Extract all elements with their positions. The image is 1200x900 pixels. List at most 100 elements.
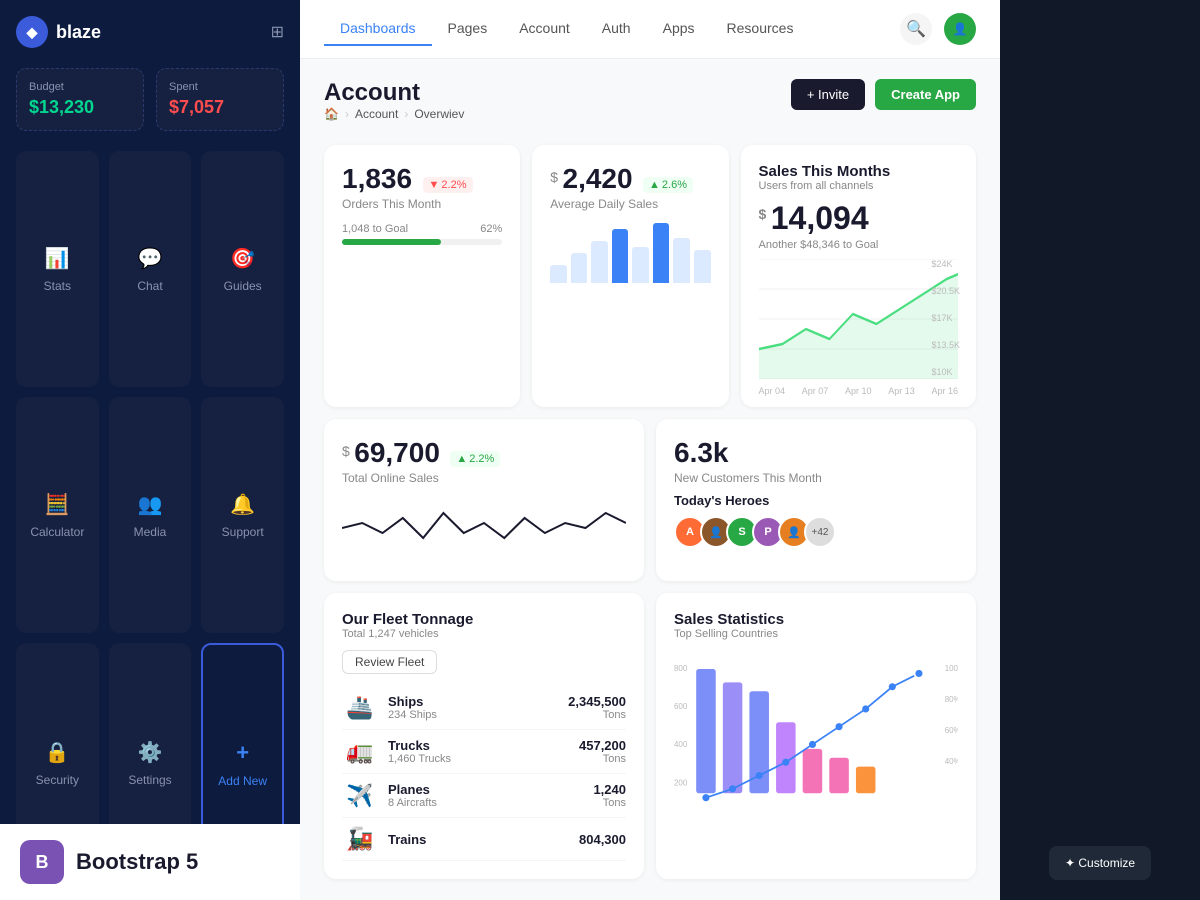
sidebar-item-security-label: Security <box>36 773 79 787</box>
logo-icon: ◆ <box>16 16 48 48</box>
orders-goal-pct: 62% <box>480 223 502 235</box>
budget-value: $13,230 <box>29 97 131 118</box>
right-panel-bg <box>1000 0 1200 900</box>
sidebar-item-stats[interactable]: 📊 Stats <box>16 151 99 387</box>
breadcrumb: 🏠 › Account › Overwiev <box>324 107 464 121</box>
review-fleet-button[interactable]: Review Fleet <box>342 650 437 674</box>
tab-dashboards[interactable]: Dashboards <box>324 12 432 46</box>
search-button[interactable]: 🔍 <box>900 13 932 45</box>
sales-y-axis: $24K $20.5K $17K $13.5K $10K <box>931 259 960 377</box>
main-content: Dashboards Pages Account Auth Apps Resou… <box>300 0 1000 900</box>
header-actions: + Invite Create App <box>791 79 976 110</box>
settings-icon: ⚙️ <box>138 740 163 765</box>
bar-3 <box>591 241 608 283</box>
tab-apps[interactable]: Apps <box>647 12 711 46</box>
sales-stats-chart: 100% 80% 60% 40% 800 600 400 200 <box>674 650 958 830</box>
svg-text:800: 800 <box>674 664 688 673</box>
bootstrap-icon: B <box>20 840 64 884</box>
svg-text:40%: 40% <box>945 757 958 766</box>
ships-icon: 🚢 <box>342 695 378 721</box>
page-title: Account <box>324 79 464 107</box>
calculator-icon: 🧮 <box>45 492 70 517</box>
sales-month-goal: Another $48,346 to Goal <box>759 239 959 251</box>
daily-sales-card: $ 2,420 ▲ 2.6% Average Daily Sales <box>532 145 728 407</box>
sidebar-header-icon[interactable]: ⊞ <box>271 22 284 42</box>
bootstrap-text: Bootstrap 5 <box>76 849 198 875</box>
stats-icon: 📊 <box>45 246 70 271</box>
sidebar-item-media[interactable]: 👥 Media <box>109 397 192 633</box>
budget-card: Budget $13,230 <box>16 68 144 131</box>
heroes-avatars: A 👤 S P 👤 +42 <box>674 516 958 548</box>
sidebar-item-stats-label: Stats <box>44 279 71 293</box>
sales-stats-title: Sales Statistics <box>674 611 958 628</box>
sales-month-value: 14,094 <box>771 200 869 236</box>
new-customers-label: New Customers This Month <box>674 471 958 485</box>
svg-text:200: 200 <box>674 778 688 787</box>
orders-card: 1,836 ▼ 2.2% Orders This Month 1,048 to … <box>324 145 520 407</box>
online-sales-badge: ▲ 2.2% <box>450 451 500 467</box>
budget-label: Budget <box>29 81 131 93</box>
orders-goal-text: 1,048 to Goal <box>342 223 408 235</box>
sales-month-chart: Apr 04 Apr 07 Apr 10 Apr 13 Apr 16 $24K … <box>759 259 959 389</box>
add-new-icon: + <box>236 740 249 766</box>
fleet-sub: Total 1,247 vehicles <box>342 628 626 640</box>
customize-button[interactable]: ✦ Customize <box>1049 846 1151 880</box>
user-avatar[interactable]: 👤 <box>944 13 976 45</box>
content-area: Account 🏠 › Account › Overwiev + Invite … <box>300 59 1000 900</box>
sidebar-item-support[interactable]: 🔔 Support <box>201 397 284 633</box>
progress-track <box>342 239 502 245</box>
sidebar-item-chat-label: Chat <box>137 279 162 293</box>
heroes-section: Today's Heroes A 👤 S P 👤 +42 <box>674 493 958 548</box>
sidebar-item-media-label: Media <box>134 525 167 539</box>
new-customers-card: 6.3k New Customers This Month Today's He… <box>656 419 976 581</box>
create-app-button[interactable]: Create App <box>875 79 976 110</box>
sidebar-item-add-new-label: Add New <box>218 774 267 788</box>
page-header: Account 🏠 › Account › Overwiev + Invite … <box>324 79 976 137</box>
bar-2 <box>571 253 588 283</box>
breadcrumb-section: Account <box>355 107 398 121</box>
bar-6 <box>653 223 670 283</box>
daily-sales-badge: ▲ 2.6% <box>643 177 693 193</box>
fleet-item-trains: 🚂 Trains 804,300 <box>342 818 626 861</box>
daily-sales-chart <box>550 223 710 283</box>
fleet-item-ships: 🚢 Ships 234 Ships 2,345,500 Tons <box>342 686 626 730</box>
svg-text:80%: 80% <box>945 695 958 704</box>
top-nav-right: 🔍 👤 <box>900 13 976 45</box>
progress-fill <box>342 239 441 245</box>
heroes-title: Today's Heroes <box>674 493 958 508</box>
invite-button[interactable]: + Invite <box>791 79 865 110</box>
daily-sales-label: Average Daily Sales <box>550 197 710 211</box>
spent-value: $7,057 <box>169 97 271 118</box>
sidebar-item-calculator[interactable]: 🧮 Calculator <box>16 397 99 633</box>
sidebar-item-guides[interactable]: 🎯 Guides <box>201 151 284 387</box>
bottom-grid: Our Fleet Tonnage Total 1,247 vehicles R… <box>324 593 976 879</box>
online-sales-label: Total Online Sales <box>342 471 626 485</box>
nav-tabs-list: Dashboards Pages Account Auth Apps Resou… <box>324 12 809 46</box>
chat-icon: 💬 <box>138 246 163 271</box>
tab-account[interactable]: Account <box>503 12 586 46</box>
sidebar-item-support-label: Support <box>222 525 264 539</box>
fleet-items: 🚢 Ships 234 Ships 2,345,500 Tons 🚛 <box>342 686 626 861</box>
support-icon: 🔔 <box>230 492 255 517</box>
orders-change-badge: ▼ 2.2% <box>423 177 473 193</box>
sidebar-item-chat[interactable]: 💬 Chat <box>109 151 192 387</box>
tab-resources[interactable]: Resources <box>711 12 810 46</box>
sales-x-axis: Apr 04 Apr 07 Apr 10 Apr 13 Apr 16 <box>759 386 959 396</box>
sales-stats-card: Sales Statistics Top Selling Countries 1… <box>656 593 976 879</box>
budget-row: Budget $13,230 Spent $7,057 <box>16 68 284 131</box>
fleet-item-trucks: 🚛 Trucks 1,460 Trucks 457,200 Tons <box>342 730 626 774</box>
breadcrumb-home: 🏠 <box>324 107 339 121</box>
daily-sales-change: 2.6% <box>662 179 687 191</box>
online-sales-card: $ 69,700 ▲ 2.2% Total Online Sales <box>324 419 644 581</box>
sidebar: ◆ blaze ⊞ Budget $13,230 Spent $7,057 📊 … <box>0 0 300 900</box>
svg-text:400: 400 <box>674 740 688 749</box>
new-customers-value: 6.3k <box>674 437 729 468</box>
spent-label: Spent <box>169 81 271 93</box>
bar-7 <box>673 238 690 283</box>
tab-pages[interactable]: Pages <box>432 12 504 46</box>
trucks-icon: 🚛 <box>342 739 378 765</box>
sales-line-chart <box>759 259 959 379</box>
spent-card: Spent $7,057 <box>156 68 284 131</box>
tab-auth[interactable]: Auth <box>586 12 647 46</box>
sidebar-item-settings-label: Settings <box>128 773 171 787</box>
